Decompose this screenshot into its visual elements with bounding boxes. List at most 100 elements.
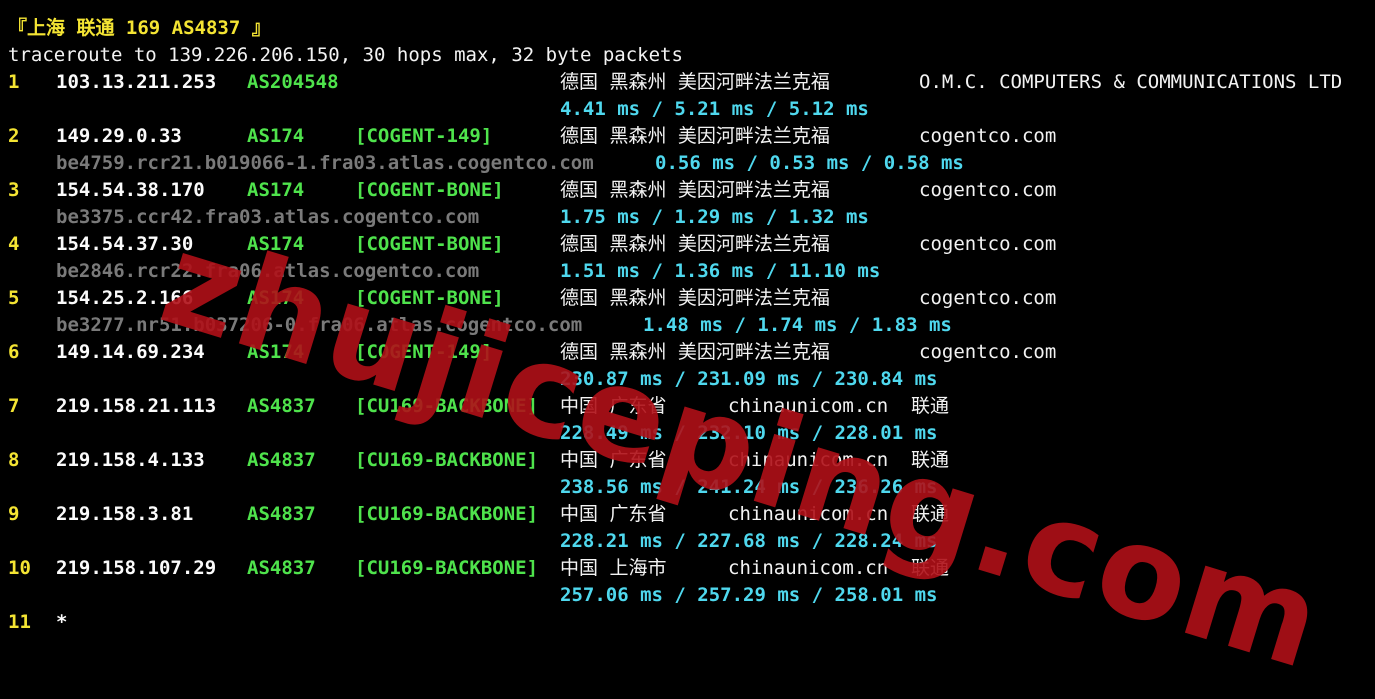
hop-detail-row: be2846.rcr22.fra06.atlas.cogentco.com 1.5… bbox=[0, 258, 1375, 285]
hop-number: 4 bbox=[8, 233, 20, 255]
hop-detail-row: 230.87 ms / 231.09 ms / 230.84 ms bbox=[0, 366, 1375, 393]
hop-org: cogentco.com bbox=[919, 179, 1057, 201]
hop-detail-row: 228.21 ms / 227.68 ms / 228.24 ms bbox=[0, 528, 1375, 555]
hop-location: 德国 黑森州 美因河畔法兰克福 bbox=[560, 341, 830, 363]
hop-detail-row: 4.41 ms / 5.21 ms / 5.12 ms bbox=[0, 96, 1375, 123]
hop-asn: AS174 bbox=[247, 287, 305, 309]
hop-rtt: 1.51 ms / 1.36 ms / 11.10 ms bbox=[560, 260, 881, 282]
hop-reverse-dns: be3375.ccr42.fra03.atlas.cogentco.com bbox=[56, 206, 480, 228]
hop-location: 德国 黑森州 美因河畔法兰克福 bbox=[560, 125, 830, 147]
hop-rtt: 0.56 ms / 0.53 ms / 0.58 ms bbox=[655, 152, 964, 174]
hop-location: 德国 黑森州 美因河畔法兰克福 bbox=[560, 233, 830, 255]
hop-asn: AS174 bbox=[247, 125, 305, 147]
hop-asn: AS174 bbox=[247, 341, 305, 363]
hop-rtt: 257.06 ms / 257.29 ms / 258.01 ms bbox=[560, 584, 938, 606]
hop-location: 中国 广东省 bbox=[560, 395, 667, 417]
hop-number: 11 bbox=[8, 611, 31, 633]
hop-asn: AS4837 bbox=[247, 503, 316, 525]
hop-detail-row: be3375.ccr42.fra03.atlas.cogentco.com 1.7… bbox=[0, 204, 1375, 231]
hop-number: 1 bbox=[8, 71, 20, 93]
hop-ip: 149.14.69.234 bbox=[56, 341, 205, 363]
hop-number: 7 bbox=[8, 395, 20, 417]
hop-detail-row: be4759.rcr21.b019066-1.fra03.atlas.cogen… bbox=[0, 150, 1375, 177]
hop-org: O.M.C. COMPUTERS & COMMUNICATIONS LTD bbox=[919, 71, 1343, 93]
hop-detail-row: 228.49 ms / 232.10 ms / 228.01 ms bbox=[0, 420, 1375, 447]
hop-org: cogentco.com bbox=[919, 125, 1057, 147]
section-title-line: 『上海 联通 169 AS4837 』 bbox=[0, 15, 1375, 42]
hop-row: 4 154.54.37.30 AS174 [COGENT-BONE] 德国 黑森州 美因… bbox=[0, 231, 1375, 258]
hop-network-tag: [CU169-BACKBONE] bbox=[355, 395, 539, 417]
hop-detail-row: be3277.nr51.b037206-0.fra06.atlas.cogent… bbox=[0, 312, 1375, 339]
hop-row: 10 219.158.107.29 AS4837 [CU169-BACKBONE] 中国… bbox=[0, 555, 1375, 582]
hop-rtt: 4.41 ms / 5.21 ms / 5.12 ms bbox=[560, 98, 869, 120]
hop-rtt: 1.75 ms / 1.29 ms / 1.32 ms bbox=[560, 206, 869, 228]
hop-location: 德国 黑森州 美因河畔法兰克福 bbox=[560, 71, 830, 93]
hop-ip: * bbox=[56, 611, 68, 633]
hop-location: 德国 黑森州 美因河畔法兰克福 bbox=[560, 179, 830, 201]
hop-org: chinaunicom.cn 联通 bbox=[728, 557, 950, 579]
hop-rtt: 238.56 ms / 241.24 ms / 236.26 ms bbox=[560, 476, 938, 498]
hop-rtt: 228.49 ms / 232.10 ms / 228.01 ms bbox=[560, 422, 938, 444]
hop-rtt: 230.87 ms / 231.09 ms / 230.84 ms bbox=[560, 368, 938, 390]
hop-network-tag: [CU169-BACKBONE] bbox=[355, 449, 539, 471]
hop-ip: 219.158.4.133 bbox=[56, 449, 205, 471]
hop-location: 德国 黑森州 美因河畔法兰克福 bbox=[560, 287, 830, 309]
hop-number: 3 bbox=[8, 179, 20, 201]
hop-ip: 154.54.37.30 bbox=[56, 233, 194, 255]
hop-network-tag: [COGENT-149] bbox=[355, 125, 493, 147]
hop-org: chinaunicom.cn 联通 bbox=[728, 395, 950, 417]
hop-org: cogentco.com bbox=[919, 233, 1057, 255]
section-title: 『上海 联通 169 AS4837 』 bbox=[8, 17, 271, 39]
hop-row: 8 219.158.4.133 AS4837 [CU169-BACKBONE] 中国 广… bbox=[0, 447, 1375, 474]
hop-number: 8 bbox=[8, 449, 20, 471]
hop-network-tag: [COGENT-BONE] bbox=[355, 287, 504, 309]
hop-asn: AS4837 bbox=[247, 395, 316, 417]
command-line: traceroute to 139.226.206.150, 30 hops m… bbox=[0, 42, 1375, 69]
hop-org: chinaunicom.cn 联通 bbox=[728, 449, 950, 471]
hop-number: 2 bbox=[8, 125, 20, 147]
hop-row: 11 * bbox=[0, 609, 1375, 636]
hop-network-tag: [COGENT-149] bbox=[355, 341, 493, 363]
hop-asn: AS174 bbox=[247, 179, 305, 201]
hop-rtt: 228.21 ms / 227.68 ms / 228.24 ms bbox=[560, 530, 938, 552]
hop-network-tag: [COGENT-BONE] bbox=[355, 179, 504, 201]
hop-ip: 103.13.211.253 bbox=[56, 71, 217, 93]
hop-row: 7 219.158.21.113 AS4837 [CU169-BACKBONE] 中国 … bbox=[0, 393, 1375, 420]
hop-org: cogentco.com bbox=[919, 287, 1057, 309]
hop-row: 2 149.29.0.33 AS174 [COGENT-149] 德国 黑森州 美因河畔… bbox=[0, 123, 1375, 150]
hop-ip: 219.158.107.29 bbox=[56, 557, 217, 579]
hop-row: 6 149.14.69.234 AS174 [COGENT-149] 德国 黑森州 美因… bbox=[0, 339, 1375, 366]
hop-row: 5 154.25.2.166 AS174 [COGENT-BONE] 德国 黑森州 美因… bbox=[0, 285, 1375, 312]
hop-location: 中国 广东省 bbox=[560, 449, 667, 471]
hop-reverse-dns: be4759.rcr21.b019066-1.fra03.atlas.cogen… bbox=[56, 152, 594, 174]
hop-reverse-dns: be2846.rcr22.fra06.atlas.cogentco.com bbox=[56, 260, 480, 282]
hop-asn: AS204548 bbox=[247, 71, 339, 93]
hop-rtt: 1.48 ms / 1.74 ms / 1.83 ms bbox=[643, 314, 952, 336]
hop-org: chinaunicom.cn 联通 bbox=[728, 503, 950, 525]
hop-network-tag: [CU169-BACKBONE] bbox=[355, 557, 539, 579]
hop-ip: 219.158.3.81 bbox=[56, 503, 194, 525]
hop-ip: 149.29.0.33 bbox=[56, 125, 182, 147]
hop-asn: AS4837 bbox=[247, 557, 316, 579]
hop-row: 3 154.54.38.170 AS174 [COGENT-BONE] 德国 黑森州 美… bbox=[0, 177, 1375, 204]
hop-row: 1 103.13.211.253 AS204548 德国 黑森州 美因河畔法兰克福 O.… bbox=[0, 69, 1375, 96]
hop-detail-row bbox=[0, 636, 1375, 663]
hop-ip: 154.25.2.166 bbox=[56, 287, 194, 309]
hop-detail-row: 238.56 ms / 241.24 ms / 236.26 ms bbox=[0, 474, 1375, 501]
hop-reverse-dns: be3277.nr51.b037206-0.fra06.atlas.cogent… bbox=[56, 314, 583, 336]
traceroute-command: traceroute to 139.226.206.150, 30 hops m… bbox=[8, 44, 683, 66]
hop-org: cogentco.com bbox=[919, 341, 1057, 363]
hop-asn: AS4837 bbox=[247, 449, 316, 471]
hop-asn: AS174 bbox=[247, 233, 305, 255]
hop-number: 5 bbox=[8, 287, 20, 309]
hop-ip: 219.158.21.113 bbox=[56, 395, 217, 417]
hop-row: 9 219.158.3.81 AS4837 [CU169-BACKBONE] 中国 广东… bbox=[0, 501, 1375, 528]
hop-network-tag: [CU169-BACKBONE] bbox=[355, 503, 539, 525]
hop-detail-row: 257.06 ms / 257.29 ms / 258.01 ms bbox=[0, 582, 1375, 609]
hop-location: 中国 上海市 bbox=[560, 557, 667, 579]
hop-number: 6 bbox=[8, 341, 20, 363]
terminal-window[interactable]: 『上海 联通 169 AS4837 』 traceroute to 139.22… bbox=[0, 0, 1375, 699]
hop-network-tag: [COGENT-BONE] bbox=[355, 233, 504, 255]
hop-ip: 154.54.38.170 bbox=[56, 179, 205, 201]
hop-number: 10 bbox=[8, 557, 31, 579]
